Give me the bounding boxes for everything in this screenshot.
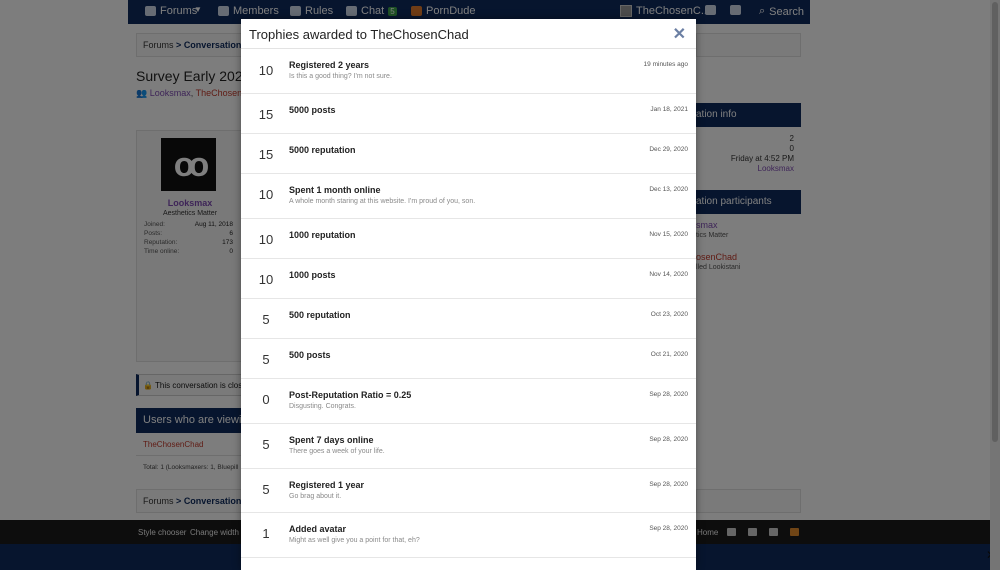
trophy-points: 5 xyxy=(262,482,270,497)
trophy-points: 10 xyxy=(258,187,274,202)
trophy-item: 5 500 reputation Oct 23, 2020 xyxy=(241,299,696,339)
trophy-points: 10 xyxy=(258,272,274,287)
trophy-points: 5 xyxy=(262,352,270,367)
trophy-points: 5 xyxy=(262,312,270,327)
trophy-date: Sep 28, 2020 xyxy=(649,391,688,398)
trophy-item: 5 500 posts Oct 21, 2020 xyxy=(241,339,696,379)
trophy-description: Disgusting. Congrats. xyxy=(289,403,356,410)
trophy-description: Might as well give you a point for that,… xyxy=(289,537,420,544)
trophy-description: Go brag about it. xyxy=(289,493,342,500)
trophy-description: Is this a good thing? I'm not sure. xyxy=(289,73,392,80)
trophy-name: 1000 reputation xyxy=(289,230,356,240)
trophy-list: 10 Registered 2 years Is this a good thi… xyxy=(241,49,696,558)
trophy-name: Spent 1 month online xyxy=(289,185,381,195)
trophy-name: Post-Reputation Ratio = 0.25 xyxy=(289,390,412,400)
trophy-item: 1 Added avatar Might as well give you a … xyxy=(241,513,696,558)
trophy-date: Dec 13, 2020 xyxy=(649,186,688,193)
trophy-item: 15 5000 reputation Dec 29, 2020 xyxy=(241,134,696,174)
modal-title: Trophies awarded to TheChosenChad xyxy=(249,27,469,42)
trophy-item: 5 Registered 1 year Go brag about it. Se… xyxy=(241,469,696,513)
trophies-modal: Trophies awarded to TheChosenChad ✕ 10 R… xyxy=(241,19,696,570)
trophy-date: Oct 21, 2020 xyxy=(650,351,688,358)
trophy-description: There goes a week of your life. xyxy=(289,448,385,455)
trophy-date: Dec 29, 2020 xyxy=(649,146,688,153)
trophy-name: Spent 7 days online xyxy=(289,435,374,445)
modal-header: Trophies awarded to TheChosenChad ✕ xyxy=(241,19,696,49)
trophy-item: 5 Spent 7 days online There goes a week … xyxy=(241,424,696,469)
trophy-date: Sep 28, 2020 xyxy=(649,525,688,532)
close-icon[interactable]: ✕ xyxy=(673,24,686,44)
trophy-item: 10 Registered 2 years Is this a good thi… xyxy=(241,49,696,94)
trophy-item: 10 Spent 1 month online A whole month st… xyxy=(241,174,696,219)
trophy-name: 5000 reputation xyxy=(289,145,356,155)
trophy-points: 0 xyxy=(262,392,270,407)
trophy-name: Added avatar xyxy=(289,524,347,534)
trophy-points: 15 xyxy=(258,107,274,122)
trophy-date: Nov 15, 2020 xyxy=(649,231,688,238)
trophy-item: 0 Post-Reputation Ratio = 0.25 Disgustin… xyxy=(241,379,696,424)
trophy-name: 5000 posts xyxy=(289,105,336,115)
trophy-name: Registered 2 years xyxy=(289,60,370,70)
trophy-item: 10 1000 reputation Nov 15, 2020 xyxy=(241,219,696,259)
trophy-name: 500 reputation xyxy=(289,310,351,320)
trophy-points: 15 xyxy=(258,147,274,162)
trophy-date: 19 minutes ago xyxy=(643,61,688,68)
trophy-points: 5 xyxy=(262,437,270,452)
trophy-name: 1000 posts xyxy=(289,270,336,280)
trophy-points: 10 xyxy=(258,232,274,247)
trophy-name: Registered 1 year xyxy=(289,480,365,490)
trophy-points: 1 xyxy=(262,526,270,541)
trophy-item: 15 5000 posts Jan 18, 2021 xyxy=(241,94,696,134)
trophy-date: Sep 28, 2020 xyxy=(649,481,688,488)
trophy-date: Nov 14, 2020 xyxy=(649,271,688,278)
trophy-date: Jan 18, 2021 xyxy=(650,106,688,113)
trophy-date: Oct 23, 2020 xyxy=(650,311,688,318)
trophy-date: Sep 28, 2020 xyxy=(649,436,688,443)
trophy-description: A whole month staring at this website. I… xyxy=(289,198,476,205)
trophy-points: 10 xyxy=(258,63,274,78)
trophy-name: 500 posts xyxy=(289,350,331,360)
trophy-item: 10 1000 posts Nov 14, 2020 xyxy=(241,259,696,299)
